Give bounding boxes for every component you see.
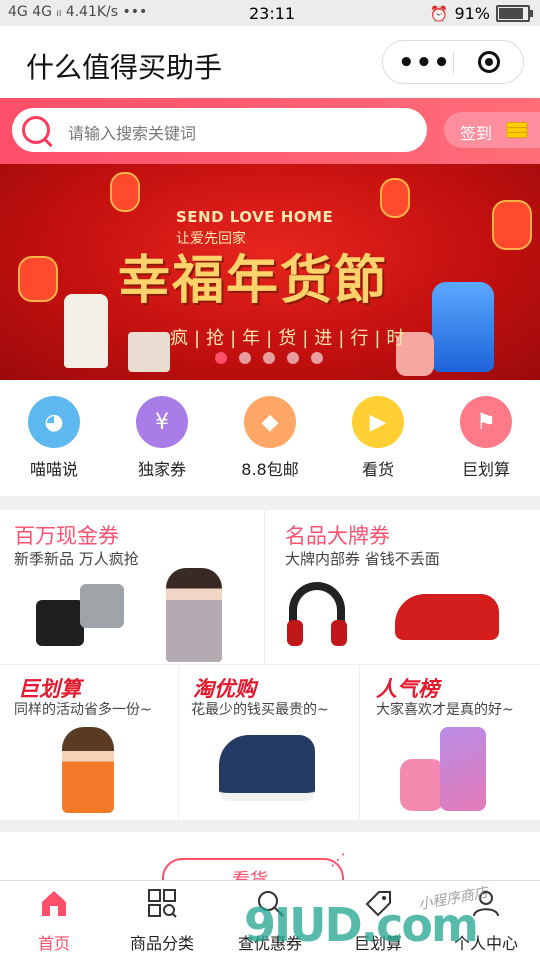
sparkle-icon: ⋰: [330, 850, 346, 869]
coupon-subtitle: 大牌内部券 省钱不丢面: [285, 550, 440, 568]
tab-label: 商品分类: [129, 934, 194, 953]
page-title: 什么值得买助手: [26, 51, 223, 84]
banner-dot[interactable]: [263, 352, 275, 364]
sneaker-image: [395, 594, 499, 640]
tab-label: 首页: [37, 934, 70, 953]
battery-percent: 91%: [454, 4, 490, 23]
tab-home[interactable]: 首页: [0, 888, 108, 954]
nav-label: 看货: [361, 460, 394, 479]
flag-icon: ⚑: [460, 396, 512, 448]
lantern-icon: [380, 178, 410, 218]
nav-label: 独家券: [137, 460, 186, 479]
network-status: 4G 4G ᵢₗ 4.41K/s •••: [8, 4, 148, 20]
coupon-subtitle: 同样的活动省多一份~: [14, 702, 152, 718]
child-image: [62, 727, 114, 813]
nav-label: 巨划算: [461, 460, 510, 479]
handbag-image: [36, 600, 84, 646]
sneaker-image: [219, 735, 315, 801]
target-icon[interactable]: [478, 51, 500, 73]
lantern-icon: [18, 256, 58, 302]
coupon-card-popular[interactable]: 人气榜 大家喜欢才是真的好~: [360, 665, 540, 820]
lantern-icon: [110, 172, 140, 212]
ticket-icon: ¥: [136, 396, 188, 448]
battery-icon: [496, 5, 533, 22]
bag-image: [128, 332, 170, 372]
more-dots-icon[interactable]: •••: [398, 48, 451, 78]
coupon-card-juhuasuan[interactable]: 巨划算 同样的活动省多一份~: [0, 665, 178, 820]
banner-dot[interactable]: [287, 352, 299, 364]
alarm-icon: ⏰: [429, 4, 449, 23]
headphones-image: [287, 620, 303, 646]
detergent-image: [432, 282, 494, 372]
nav-item-juhuasuan[interactable]: ⚑ 巨划算: [441, 396, 531, 480]
nav-label: 喵喵说: [29, 460, 78, 479]
coupon-title: 百万现金券: [14, 524, 119, 548]
headphones-image: [331, 620, 347, 646]
handbag-image: [80, 584, 124, 628]
suitcase-image: [440, 727, 486, 811]
coupon-card-cash[interactable]: 百万现金券 新季新品 万人疯抢: [0, 510, 264, 664]
backpack-image: [400, 759, 444, 811]
model-image: [166, 568, 222, 662]
clock: 23:11: [249, 4, 296, 23]
status-right: ⏰ 91%: [429, 4, 533, 23]
banner-dot[interactable]: [311, 352, 323, 364]
section-divider: [0, 820, 540, 832]
banner-dot[interactable]: [239, 352, 251, 364]
coins-icon: [506, 122, 528, 138]
signin-label: 签到: [460, 124, 493, 143]
lantern-icon: [492, 200, 532, 250]
capsule-divider: [453, 52, 454, 74]
coupon-card-brand[interactable]: 名品大牌券 大牌内部券 省钱不丢面: [265, 510, 540, 664]
nav-item-kanhuo[interactable]: ▶ 看货: [333, 396, 423, 480]
search-icon: [22, 116, 50, 144]
coupon-subtitle: 花最少的钱买最贵的~: [191, 702, 329, 718]
coupon-subtitle: 大家喜欢才是真的好~: [376, 702, 514, 718]
home-icon: [42, 891, 66, 916]
coupon-subtitle: 新季新品 万人疯抢: [14, 550, 139, 568]
banner-main-title: 幸福年货節: [118, 250, 389, 311]
banner-english-title: SEND LOVE HOME: [176, 208, 334, 226]
grid-search-icon: [148, 889, 177, 918]
tab-categories[interactable]: 商品分类: [108, 888, 216, 954]
banner-pagination: [215, 352, 325, 364]
cat-icon: ◕: [28, 396, 80, 448]
nav-item-free-shipping[interactable]: ◆ 8.8包邮: [225, 396, 315, 480]
banner-slogan: 疯|抢|年|货|进|行|时: [170, 328, 411, 349]
section-divider: [0, 496, 540, 510]
banner-dot[interactable]: [215, 352, 227, 364]
video-icon: ▶: [352, 396, 404, 448]
nav-label: 8.8包邮: [241, 460, 299, 479]
diamond-icon: ◆: [244, 396, 296, 448]
search-placeholder: 请输入搜索关键词: [68, 124, 197, 143]
coupon-title: 名品大牌券: [285, 524, 390, 548]
coupon-card-taoyougou[interactable]: 淘优购 花最少的钱买最贵的~: [179, 665, 359, 820]
nav-item-miaomiao[interactable]: ◕ 喵喵说: [9, 396, 99, 480]
nav-item-exclusive-coupon[interactable]: ¥ 独家券: [117, 396, 207, 480]
juicer-image: [64, 294, 108, 368]
